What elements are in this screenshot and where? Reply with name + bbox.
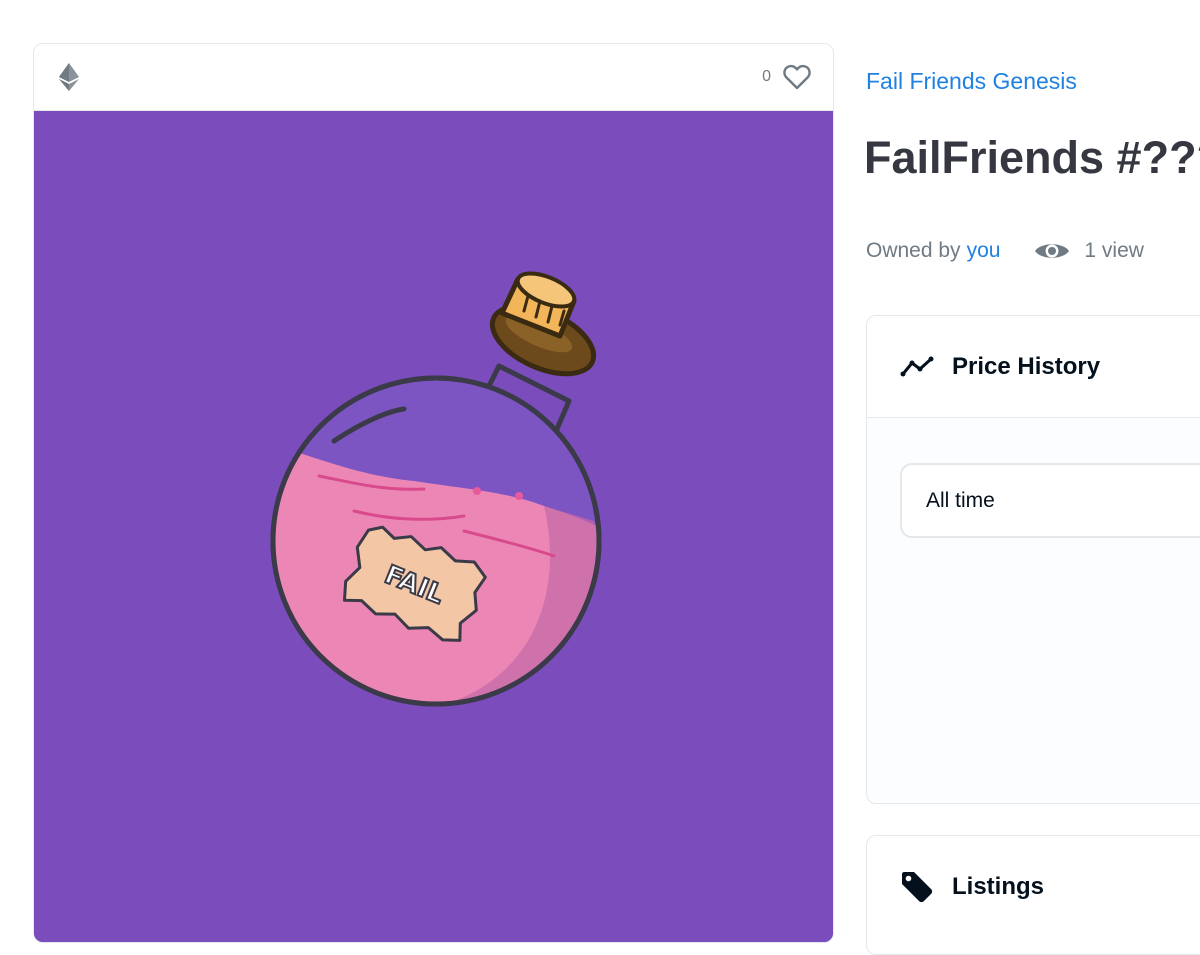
item-title: FailFriends #??? (864, 132, 1200, 183)
owned-by-label: Owned by (866, 239, 961, 262)
listings-title: Listings (952, 873, 1045, 900)
period-select[interactable]: All time (900, 463, 1200, 538)
eye-icon (1035, 244, 1070, 258)
favorite-group[interactable]: 0 (762, 64, 811, 90)
media-header: 0 (34, 44, 833, 111)
nft-image[interactable]: FAIL (34, 111, 833, 942)
collection-link[interactable]: Fail Friends Genesis (866, 68, 1077, 95)
price-history-panel: Price History All time (866, 315, 1200, 804)
price-history-header[interactable]: Price History (867, 316, 1200, 418)
listings-panel: Listings (866, 835, 1200, 955)
owner-link[interactable]: you (967, 239, 1001, 263)
heart-outline-icon[interactable] (783, 64, 811, 90)
views-label: 1 view (1084, 239, 1144, 262)
price-tag-icon (902, 872, 933, 903)
line-chart-icon (900, 356, 934, 376)
views-count: 1 view (1034, 239, 1144, 263)
price-history-title: Price History (952, 352, 1101, 380)
potion-bottle-illustration: FAIL (34, 111, 833, 942)
nft-media-card: 0 FAIL (33, 43, 834, 943)
favorite-count: 0 (762, 68, 771, 85)
listings-header[interactable]: Listings (900, 870, 1044, 904)
owner-row: Owned by you 1 view (866, 239, 1144, 263)
period-select-value: All time (926, 488, 995, 512)
ethereum-icon (59, 63, 79, 91)
